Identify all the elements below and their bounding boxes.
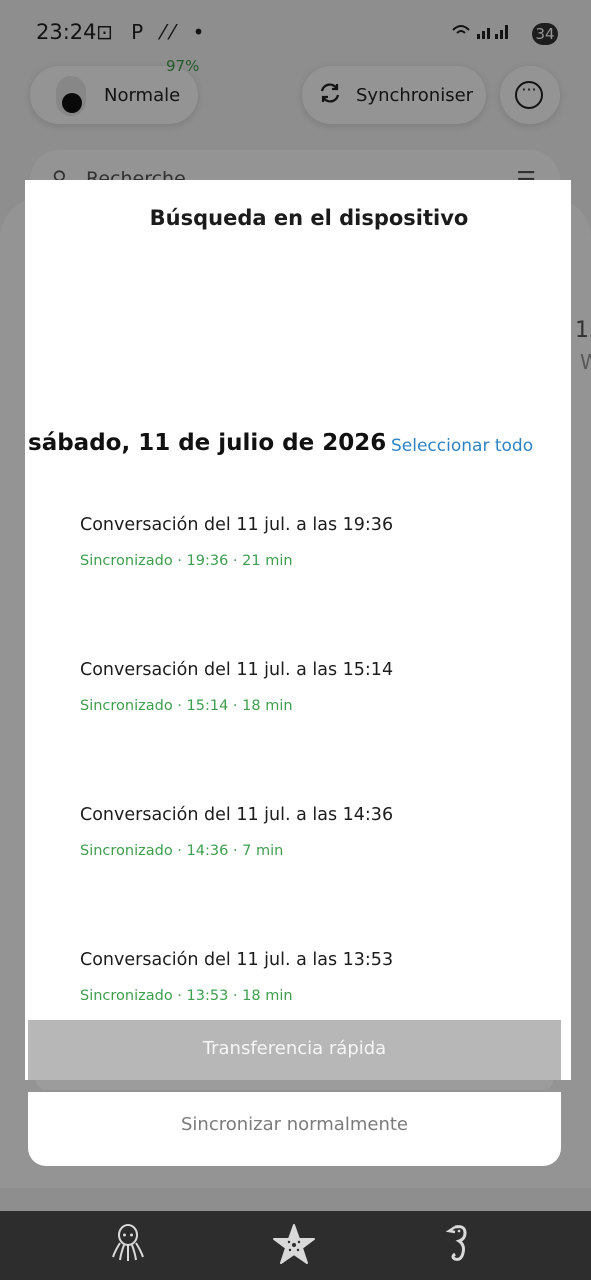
- conversation-item[interactable]: Conversación del 11 jul. a las 14:36 Sin…: [80, 805, 560, 859]
- conversation-item[interactable]: Conversación del 11 jul. a las 15:14 Sin…: [80, 660, 560, 714]
- starfish-icon: [264, 1223, 324, 1267]
- nav-seahorse[interactable]: [428, 1223, 488, 1267]
- conversation-item[interactable]: Conversación del 11 jul. a las 19:36 Sin…: [80, 515, 560, 569]
- octopus-icon: [98, 1223, 158, 1263]
- button-shadow: [36, 1080, 553, 1090]
- device-search-modal: Búsqueda en el dispositivo sábado, 11 de…: [25, 180, 571, 1080]
- seahorse-icon: [428, 1223, 488, 1263]
- conversation-status: Sincronizado · 14:36 · 7 min: [80, 843, 284, 859]
- quick-transfer-button[interactable]: Transferencia rápida: [28, 1020, 561, 1080]
- date-header: sábado, 11 de julio de 2026: [28, 430, 387, 456]
- conversation-status: Sincronizado · 19:36 · 21 min: [80, 553, 293, 569]
- conversation-title: Conversación del 11 jul. a las 14:36: [80, 805, 394, 825]
- select-all-link[interactable]: Seleccionar todo: [391, 436, 533, 456]
- bottom-navigation: [0, 1211, 591, 1280]
- nav-starfish[interactable]: [264, 1223, 324, 1267]
- conversation-status: Sincronizado · 13:53 · 18 min: [80, 988, 293, 1004]
- conversation-title: Conversación del 11 jul. a las 13:53: [80, 950, 394, 970]
- modal-title: Búsqueda en el dispositivo: [149, 206, 469, 230]
- sync-normally-button[interactable]: Sincronizar normalmente: [28, 1092, 561, 1166]
- conversation-item[interactable]: Conversación del 11 jul. a las 13:53 Sin…: [80, 950, 560, 1004]
- conversation-status: Sincronizado · 15:14 · 18 min: [80, 698, 293, 714]
- conversation-title: Conversación del 11 jul. a las 19:36: [80, 515, 394, 535]
- conversation-title: Conversación del 11 jul. a las 15:14: [80, 660, 394, 680]
- nav-octopus[interactable]: [98, 1223, 158, 1267]
